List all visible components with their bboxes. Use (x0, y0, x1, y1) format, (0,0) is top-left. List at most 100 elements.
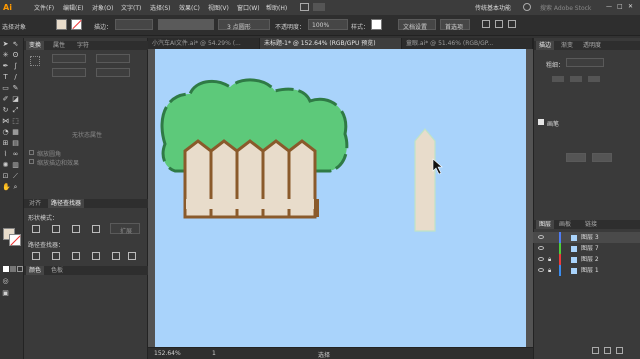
dash-align-toggle[interactable] (592, 153, 612, 162)
menu-type[interactable]: 文字(T) (121, 3, 141, 12)
menu-select[interactable]: 选择(S) (150, 3, 171, 12)
stroke-weight-field[interactable] (115, 19, 153, 30)
visibility-eye-icon[interactable] (538, 268, 544, 272)
transform-icon[interactable] (495, 20, 503, 28)
tab-gradient[interactable]: 渐变 (558, 41, 576, 50)
document-setup-button[interactable]: 文档设置 (398, 19, 436, 31)
tab-pathfinder[interactable]: 路径查找器 (48, 199, 85, 208)
reference-point-icon[interactable] (30, 56, 40, 66)
exclude-icon[interactable] (92, 225, 100, 233)
visibility-eye-icon[interactable] (538, 235, 544, 239)
height-field[interactable] (96, 68, 130, 77)
tab-layers[interactable]: 图层 (536, 220, 555, 229)
trim-icon[interactable] (52, 252, 60, 260)
brushes-panel-icon[interactable] (538, 119, 544, 125)
blend-tool-icon[interactable]: ∞ (12, 151, 19, 158)
menu-window[interactable]: 窗口(W) (237, 3, 260, 12)
color-mode-icon[interactable] (3, 266, 9, 272)
scale-corners-checkbox[interactable] (29, 150, 34, 155)
align-icon[interactable] (482, 20, 490, 28)
arrange-icon[interactable] (508, 20, 516, 28)
intersect-icon[interactable] (72, 225, 80, 233)
brush-definition[interactable]: 3 点圆形 (218, 19, 270, 31)
curvature-tool-icon[interactable]: ∫ (12, 63, 19, 70)
magic-wand-icon[interactable]: ✳ (2, 52, 9, 59)
line-tool-icon[interactable]: / (12, 74, 19, 81)
maximize-button[interactable]: □ (617, 3, 623, 10)
arrange-docs-icon[interactable] (313, 3, 325, 11)
paintbrush-tool-icon[interactable]: ✎ (12, 85, 19, 92)
new-layer-icon[interactable] (592, 347, 599, 354)
stroke-color-box[interactable] (9, 234, 21, 246)
single-picket[interactable] (414, 128, 436, 232)
graph-tool-icon[interactable]: ▥ (12, 162, 19, 169)
opacity-field[interactable]: 100% (308, 19, 348, 30)
workspace-switcher[interactable]: 传统基本功能 (475, 3, 511, 12)
crop-icon[interactable] (92, 252, 100, 260)
menu-view[interactable]: 视图(V) (208, 3, 229, 12)
close-button[interactable]: ✕ (628, 3, 633, 10)
tab-transform[interactable]: 变换 (26, 41, 45, 50)
x-field[interactable] (52, 54, 86, 63)
menu-help[interactable]: 帮助(H) (266, 3, 287, 12)
unite-icon[interactable] (32, 225, 40, 233)
width-field[interactable] (96, 54, 130, 63)
tab-character[interactable]: 字符 (74, 41, 92, 50)
menu-edit[interactable]: 编辑(E) (63, 3, 83, 12)
minus-back-icon[interactable] (128, 252, 136, 260)
merge-icon[interactable] (72, 252, 80, 260)
artboard-tool-icon[interactable]: ⊡ (2, 173, 9, 180)
search-icon[interactable] (523, 3, 531, 11)
menu-object[interactable]: 对象(O) (92, 3, 113, 12)
doc-tab-car[interactable]: 小汽车AI文件.ai* @ 54.29% (... (148, 38, 260, 49)
doc-tab-untitled[interactable]: 未标题-1* @ 152.64% (RGB/GPU 预览) (260, 38, 402, 49)
tab-align[interactable]: 对齐 (26, 199, 44, 208)
hand-tool-icon[interactable]: ✋ (2, 184, 11, 191)
shaper-tool-icon[interactable]: ✐ (2, 96, 9, 103)
rectangle-tool-icon[interactable]: ▭ (2, 85, 9, 92)
lock-icon[interactable]: 🔒︎ (548, 254, 551, 265)
layer-row[interactable]: 图层 3 (533, 232, 640, 243)
shape-builder-icon[interactable]: ◔ (2, 129, 9, 136)
tab-artboards[interactable]: 画板 (556, 220, 574, 229)
fill-swatch[interactable] (56, 19, 67, 30)
gradient-tool-icon[interactable]: ▤ (12, 140, 19, 147)
tab-links[interactable]: 链接 (582, 220, 600, 229)
lasso-tool-icon[interactable]: ʘ (12, 52, 19, 59)
mesh-tool-icon[interactable]: ⊞ (2, 140, 9, 147)
direct-selection-tool-icon[interactable]: ⇖ (12, 41, 19, 48)
type-tool-icon[interactable]: T (2, 74, 9, 81)
new-sublayer-icon[interactable] (604, 347, 611, 354)
gradient-mode-icon[interactable] (10, 266, 16, 272)
doc-tab-eyes[interactable]: 童眼.ai* @ 51.46% (RGB/GP... (402, 38, 533, 49)
layer-row[interactable]: 🔒︎ 图层 1 (533, 265, 640, 276)
lock-icon[interactable]: 🔒︎ (548, 265, 551, 276)
outline-icon[interactable] (112, 252, 120, 260)
slice-tool-icon[interactable]: ⟋ (12, 173, 19, 180)
expand-button[interactable]: 扩展 (110, 223, 140, 235)
bridge-icon[interactable] (300, 3, 309, 11)
delete-layer-icon[interactable] (616, 347, 623, 354)
graphic-style-swatch[interactable] (371, 19, 382, 30)
eraser-tool-icon[interactable]: ◪ (12, 96, 19, 103)
pen-tool-icon[interactable]: ✒ (2, 63, 9, 70)
none-mode-icon[interactable] (17, 266, 23, 272)
perspective-grid-icon[interactable]: ▦ (12, 129, 19, 136)
visibility-eye-icon[interactable] (538, 246, 544, 250)
stroke-swatch[interactable] (71, 19, 82, 30)
free-transform-icon[interactable]: ⬚ (12, 118, 19, 125)
layer-row[interactable]: 图层 7 (533, 243, 640, 254)
scale-strokes-checkbox[interactable] (29, 159, 34, 164)
draw-normal-icon[interactable]: ◎ (2, 278, 9, 285)
align-stroke-icon[interactable] (588, 76, 600, 82)
tab-swatches[interactable]: 色板 (48, 266, 66, 275)
stroke-weight-input[interactable] (566, 58, 604, 67)
menu-effect[interactable]: 效果(C) (179, 3, 200, 12)
minus-front-icon[interactable] (52, 225, 60, 233)
cap-icon[interactable] (552, 76, 564, 82)
eyedropper-tool-icon[interactable]: ⌇ (2, 151, 9, 158)
visibility-eye-icon[interactable] (538, 257, 544, 261)
zoom-level[interactable]: 152.64% (154, 350, 181, 357)
tab-stroke[interactable]: 描边 (536, 41, 555, 50)
rotate-tool-icon[interactable]: ↻ (2, 107, 9, 114)
